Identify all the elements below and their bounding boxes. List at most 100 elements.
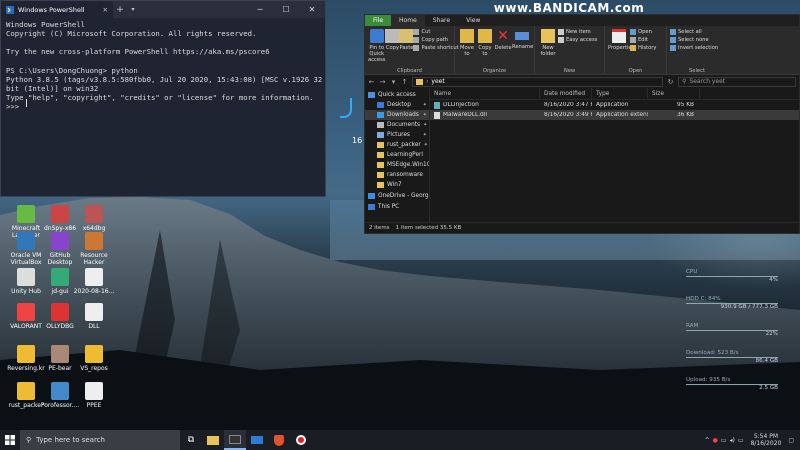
- nav-item-label: OneDrive - Georg: [378, 193, 429, 199]
- easy-access-button[interactable]: Easy access: [558, 37, 597, 43]
- invert-selection-button[interactable]: Invert selection: [670, 45, 718, 51]
- app-icon: [17, 303, 35, 321]
- app-icon: [51, 303, 69, 321]
- column-name[interactable]: Name: [430, 87, 540, 100]
- nav-item[interactable]: Downloads ✦: [365, 110, 429, 120]
- desktop-icon[interactable]: VS_repos: [72, 345, 116, 372]
- edit-button[interactable]: Edit: [630, 37, 656, 43]
- open-button[interactable]: Open: [630, 29, 656, 35]
- taskbar-search[interactable]: ⚲ Type here to search: [20, 430, 180, 450]
- stat-label: Download: 523 B/s: [686, 350, 739, 356]
- taskbar-terminal[interactable]: [224, 430, 246, 450]
- watermark-suffix: .com: [609, 1, 645, 15]
- file-date: 8/16/2020 3:49 PM: [544, 112, 592, 118]
- forward-arrow-icon[interactable]: →: [379, 78, 386, 86]
- new-group-label: New: [563, 68, 576, 74]
- address-bar[interactable]: › yeet: [412, 76, 663, 87]
- network-icon[interactable]: ▭: [721, 437, 727, 444]
- nav-item[interactable]: OneDrive - Georg: [365, 191, 429, 201]
- app-icon: [85, 232, 103, 250]
- tab-file[interactable]: File: [365, 15, 392, 26]
- desktop-icon[interactable]: DLL: [72, 303, 116, 330]
- taskbar-bandicam[interactable]: [290, 430, 312, 450]
- powershell-tab[interactable]: Windows PowerShell ✕: [1, 1, 113, 18]
- refresh-icon[interactable]: ↻: [667, 78, 674, 86]
- tab-home[interactable]: Home: [391, 15, 425, 26]
- watermark-brand: BANDICAM: [532, 1, 610, 15]
- powershell-titlebar[interactable]: Windows PowerShell ✕ + ▾ ─ ☐ ✕: [1, 1, 325, 18]
- file-row[interactable]: DLLInjection 8/16/2020 3:47 PM Application…: [430, 100, 799, 110]
- copy-path-button[interactable]: Copy path: [413, 37, 458, 43]
- clock[interactable]: 5:54 PM 8/16/2020: [747, 433, 786, 447]
- nav-item[interactable]: Quick access: [365, 90, 429, 100]
- close-button[interactable]: ✕: [299, 1, 325, 18]
- copy-button[interactable]: Copy: [385, 28, 400, 51]
- file-explorer-window[interactable]: File Home Share View Pin to Quick access…: [364, 14, 800, 234]
- move-to-button[interactable]: Move to: [458, 28, 476, 57]
- close-tab-icon[interactable]: ✕: [103, 6, 108, 14]
- search-input[interactable]: ⚲ Search yeet: [678, 76, 796, 87]
- taskbar-file-explorer[interactable]: [202, 430, 224, 450]
- pin-icon: ✦: [422, 132, 427, 138]
- file-row[interactable]: MalwareDLL.dll 8/16/2020 3:49 PM Applicati…: [430, 110, 799, 120]
- tray-red-icon[interactable]: ●: [713, 437, 718, 444]
- tab-share[interactable]: Share: [425, 15, 458, 26]
- start-button[interactable]: [0, 430, 20, 450]
- keyboard-icon[interactable]: ▭: [738, 437, 744, 444]
- powershell-tab-title: Windows PowerShell: [18, 5, 85, 14]
- taskbar-mail[interactable]: [246, 430, 268, 450]
- rename-button[interactable]: Rename: [512, 28, 533, 50]
- back-arrow-icon[interactable]: ←: [368, 78, 375, 86]
- paste-shortcut-button[interactable]: Paste shortcut: [413, 45, 459, 51]
- copy-to-button[interactable]: Copy to: [476, 28, 494, 57]
- chevron-down-icon[interactable]: ▾: [390, 78, 397, 86]
- new-item-button[interactable]: New item: [558, 29, 597, 35]
- nav-item[interactable]: ransomware: [365, 170, 429, 180]
- taskbar-brave[interactable]: [268, 430, 290, 450]
- new-folder-button[interactable]: New folder: [538, 28, 558, 57]
- pin-icon: ✦: [423, 122, 428, 128]
- folder-icon: [377, 142, 384, 148]
- file-type: Application extensi...: [596, 112, 648, 118]
- up-arrow-icon[interactable]: ↑: [401, 78, 408, 86]
- volume-icon[interactable]: ◂): [730, 437, 735, 444]
- tab-view[interactable]: View: [458, 15, 488, 26]
- minimize-button[interactable]: ─: [247, 1, 273, 18]
- app-icon: [51, 232, 69, 250]
- cut-button[interactable]: Cut: [413, 29, 458, 35]
- nav-item[interactable]: Pictures ✦: [365, 130, 429, 140]
- nav-item[interactable]: LearningPerl: [365, 150, 429, 160]
- task-view-button[interactable]: ⧉: [180, 430, 202, 450]
- desktop-icon[interactable]: 2020-08-16...: [72, 268, 116, 295]
- console-line: Windows PowerShell: [6, 20, 86, 29]
- maximize-button[interactable]: ☐: [273, 1, 299, 18]
- chevron-up-icon[interactable]: ^: [705, 437, 710, 444]
- folder-icon: [377, 122, 384, 128]
- desktop-icon[interactable]: x64dbg: [72, 205, 116, 232]
- history-button[interactable]: History: [630, 45, 656, 51]
- column-type[interactable]: Type: [592, 87, 648, 100]
- powershell-window[interactable]: Windows PowerShell ✕ + ▾ ─ ☐ ✕ Windows P…: [0, 0, 326, 197]
- new-tab-button[interactable]: +: [113, 1, 127, 18]
- select-all-button[interactable]: Select all: [670, 29, 718, 35]
- pin-to-quick-access-button[interactable]: Pin to Quick access: [368, 28, 385, 63]
- nav-item[interactable]: This PC: [365, 202, 429, 212]
- nav-item[interactable]: Desktop ✦: [365, 100, 429, 110]
- column-date[interactable]: Date modified: [540, 87, 592, 100]
- desktop-icon[interactable]: Resource Hacker: [72, 232, 116, 266]
- select-none-button[interactable]: Select none: [670, 37, 718, 43]
- nav-item[interactable]: rust_packer ✦: [365, 140, 429, 150]
- breadcrumb-current[interactable]: yeet: [431, 78, 444, 85]
- nav-item[interactable]: Win7: [365, 180, 429, 190]
- delete-button[interactable]: ✕ Delete: [494, 28, 512, 51]
- nav-item[interactable]: MSEdge.Win10.V: [365, 160, 429, 170]
- chevron-down-icon[interactable]: ▾: [127, 1, 139, 18]
- nav-item-label: Pictures: [387, 132, 410, 138]
- properties-button[interactable]: Properties: [608, 28, 634, 51]
- paste-button[interactable]: Paste: [399, 28, 413, 51]
- desktop-icon[interactable]: PPEE: [72, 382, 116, 409]
- nav-item[interactable]: Documents ✦: [365, 120, 429, 130]
- notification-icon[interactable]: ▢: [788, 437, 794, 444]
- powershell-console[interactable]: Windows PowerShell Copyright (C) Microsof…: [1, 18, 325, 114]
- column-size[interactable]: Size: [648, 87, 700, 100]
